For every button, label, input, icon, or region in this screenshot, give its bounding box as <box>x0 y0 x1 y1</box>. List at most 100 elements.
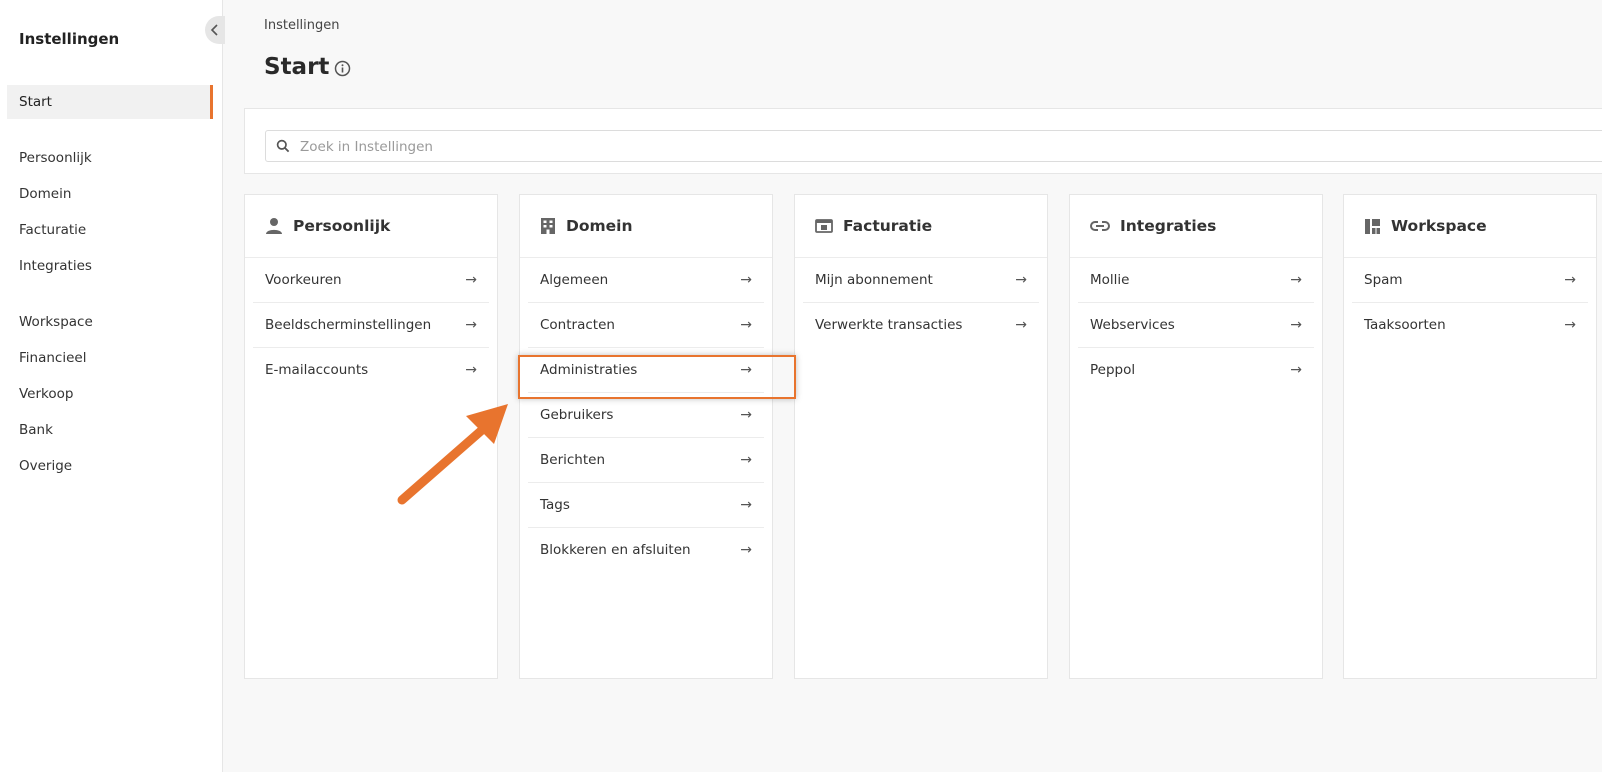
arrow-right-icon: → <box>1290 317 1302 333</box>
link-label: Mijn abonnement <box>815 272 933 288</box>
link-label: Gebruikers <box>540 407 614 423</box>
settings-link-mollie[interactable]: Mollie → <box>1078 258 1314 303</box>
breadcrumb: Instellingen <box>264 18 340 33</box>
settings-link-tags[interactable]: Tags → <box>528 483 764 528</box>
arrow-right-icon: → <box>740 542 752 558</box>
link-label: Peppol <box>1090 362 1136 378</box>
sidebar-item-label: Workspace <box>19 314 93 330</box>
arrow-right-icon: → <box>740 497 752 513</box>
settings-link-contracten[interactable]: Contracten → <box>528 303 764 348</box>
info-icon[interactable] <box>334 60 351 77</box>
arrow-right-icon: → <box>740 452 752 468</box>
billing-icon <box>815 219 833 233</box>
card-header: Domein <box>520 195 772 258</box>
link-label: Mollie <box>1090 272 1130 288</box>
link-label: E-mailaccounts <box>265 362 369 378</box>
card-facturatie: Facturatie Mijn abonnement → Verwerkte tr… <box>794 194 1048 679</box>
sidebar-item-facturatie[interactable]: Facturatie <box>7 213 213 247</box>
arrow-right-icon: → <box>1015 272 1027 288</box>
sidebar: Instellingen Start Persoonlijk Domein Fa… <box>0 0 225 772</box>
sidebar-item-start[interactable]: Start <box>7 85 213 119</box>
link-label: Administraties <box>540 362 638 378</box>
link-icon <box>1090 221 1110 231</box>
arrow-right-icon: → <box>465 272 477 288</box>
link-label: Algemeen <box>540 272 609 288</box>
card-title: Facturatie <box>843 217 933 235</box>
search-box <box>265 130 1602 163</box>
page-title: Start <box>264 54 330 80</box>
sidebar-item-label: Financieel <box>19 350 87 366</box>
sidebar-item-label: Persoonlijk <box>19 150 92 166</box>
search-icon <box>276 139 290 153</box>
settings-link-taaksoorten[interactable]: Taaksoorten → <box>1352 303 1588 347</box>
arrow-right-icon: → <box>1564 272 1576 288</box>
settings-link-verwerkte-transacties[interactable]: Verwerkte transacties → <box>803 303 1039 347</box>
settings-link-webservices[interactable]: Webservices → <box>1078 303 1314 348</box>
settings-link-voorkeuren[interactable]: Voorkeuren → <box>253 258 489 303</box>
sidebar-item-label: Integraties <box>19 258 92 274</box>
search-input[interactable] <box>298 131 1602 163</box>
sidebar-item-workspace[interactable]: Workspace <box>7 305 213 339</box>
arrow-right-icon: → <box>465 362 477 378</box>
arrow-right-icon: → <box>740 362 752 378</box>
arrow-right-icon: → <box>1290 272 1302 288</box>
card-integraties: Integraties Mollie → Webservices → Peppol → <box>1069 194 1323 679</box>
arrow-right-icon: → <box>740 317 752 333</box>
link-label: Voorkeuren <box>265 272 342 288</box>
settings-link-peppol[interactable]: Peppol → <box>1078 348 1314 392</box>
arrow-right-icon: → <box>1290 362 1302 378</box>
collapse-sidebar-button[interactable] <box>205 16 225 44</box>
sidebar-item-integraties[interactable]: Integraties <box>7 249 213 283</box>
sidebar-item-label: Domein <box>19 186 72 202</box>
card-workspace: Workspace Spam → Taaksoorten → <box>1343 194 1597 679</box>
arrow-right-icon: → <box>465 317 477 333</box>
arrow-right-icon: → <box>740 407 752 423</box>
settings-link-algemeen[interactable]: Algemeen → <box>528 258 764 303</box>
arrow-right-icon: → <box>1015 317 1027 333</box>
sidebar-item-label: Bank <box>19 422 53 438</box>
annotation-arrow-icon <box>397 404 508 505</box>
link-label: Blokkeren en afsluiten <box>540 542 691 558</box>
link-label: Webservices <box>1090 317 1175 333</box>
sidebar-item-label: Overige <box>19 458 73 474</box>
settings-link-spam[interactable]: Spam → <box>1352 258 1588 303</box>
sidebar-item-domein[interactable]: Domein <box>7 177 213 211</box>
card-header: Facturatie <box>795 195 1047 258</box>
sidebar-item-financieel[interactable]: Financieel <box>7 341 213 375</box>
settings-link-gebruikers[interactable]: Gebruikers → <box>528 393 764 438</box>
link-label: Taaksoorten <box>1364 317 1446 333</box>
card-header: Integraties <box>1070 195 1322 258</box>
arrow-right-icon: → <box>1564 317 1576 333</box>
building-icon <box>541 218 555 234</box>
sidebar-item-label: Facturatie <box>19 222 87 238</box>
card-title: Persoonlijk <box>293 217 391 235</box>
card-domein: Domein Algemeen → Contracten → Administrat… <box>519 194 773 679</box>
card-title: Domein <box>566 217 633 235</box>
card-title: Integraties <box>1120 217 1217 235</box>
link-label: Berichten <box>540 452 606 468</box>
sidebar-item-bank[interactable]: Bank <box>7 413 213 447</box>
sidebar-item-label: Start <box>19 94 52 110</box>
link-label: Spam <box>1364 272 1403 288</box>
settings-link-mijn-abonnement[interactable]: Mijn abonnement → <box>803 258 1039 303</box>
link-label: Verwerkte transacties <box>815 317 963 333</box>
settings-link-administraties[interactable]: Administraties → <box>528 348 764 393</box>
arrow-right-icon: → <box>740 272 752 288</box>
settings-link-blokkeren-en-afsluiten[interactable]: Blokkeren en afsluiten → <box>528 528 764 572</box>
sidebar-title: Instellingen <box>19 30 120 48</box>
link-label: Contracten <box>540 317 615 333</box>
sidebar-item-overige[interactable]: Overige <box>7 449 213 483</box>
link-label: Beeldscherminstellingen <box>265 317 432 333</box>
settings-link-beeldscherminstellingen[interactable]: Beeldscherminstellingen → <box>253 303 489 348</box>
card-header: Workspace <box>1344 195 1596 258</box>
settings-link-e-mailaccounts[interactable]: E-mailaccounts → <box>253 348 489 392</box>
sidebar-item-label: Verkoop <box>19 386 74 402</box>
dashboard-icon <box>1365 218 1380 234</box>
chevron-left-icon <box>210 24 218 36</box>
sidebar-item-verkoop[interactable]: Verkoop <box>7 377 213 411</box>
sidebar-item-persoonlijk[interactable]: Persoonlijk <box>7 141 213 175</box>
settings-link-berichten[interactable]: Berichten → <box>528 438 764 483</box>
link-label: Tags <box>540 497 570 513</box>
search-panel <box>244 108 1602 174</box>
person-icon <box>266 218 282 234</box>
